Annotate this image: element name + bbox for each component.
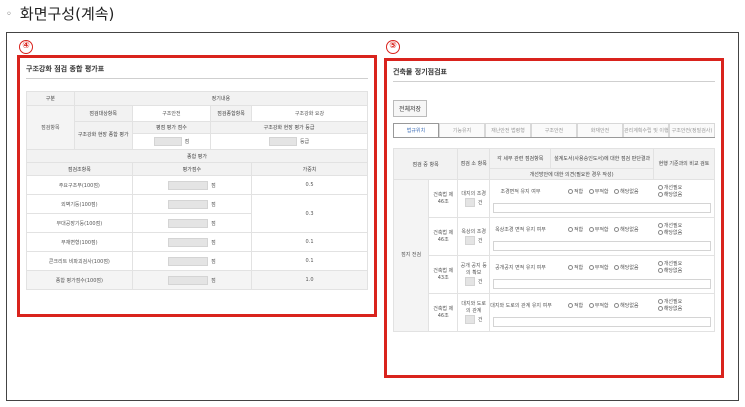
section-value: 정기내용 xyxy=(73,91,369,106)
radio-icon xyxy=(657,191,663,197)
group-label: 점검항목 xyxy=(26,105,75,150)
total-score-input[interactable] xyxy=(168,275,209,285)
left-group: 점지 전검 xyxy=(392,179,430,332)
radio-icon xyxy=(657,222,663,228)
table-row: 건축법 제43조 공개 공지 등의 확보 건 공개공지 면적 유지 여부 적합 부… xyxy=(394,255,715,294)
item-score-input[interactable] xyxy=(168,180,209,190)
tab-fire[interactable]: 화재안전 xyxy=(577,123,623,137)
radio-icon xyxy=(657,229,663,235)
item-score-input[interactable] xyxy=(168,256,209,266)
radio-icon xyxy=(588,303,594,308)
header-improvement: 개선방안에 대한 의견(필요한 경우 작성) xyxy=(489,168,654,180)
header-compare: 현행 기준과의 비교 검토 xyxy=(652,148,716,180)
evaluation-panel: 구조강화 점검 종합 평가표 구분 정기내용 점검항목 점검대상항목 구조안전 … xyxy=(17,55,377,317)
bullet-icon: ◦ xyxy=(6,9,12,20)
composite-table: 점검조항목 평가점수 가중치 주요구조부(100점) 점 0.5 외벽기둥(10… xyxy=(26,162,368,290)
table-row: 주요구조부(100점) 점 0.5 xyxy=(26,175,368,195)
divider xyxy=(393,81,715,82)
radio-icon xyxy=(567,265,573,270)
total-row: 종합 평가점수(100점) 점 1.0 xyxy=(26,270,368,290)
section-header: 구분 xyxy=(26,91,75,106)
radio-icon xyxy=(614,265,620,270)
tab-bar: 법규위치 기능유지 재난안전 법령형 구조안전 화재안전 관리계획수립 및 이행… xyxy=(393,123,715,138)
radio-icon xyxy=(588,227,594,232)
radio-icon xyxy=(657,305,663,311)
table-row: 콘크리트 비파괴검사(100점) 점 0.1 xyxy=(26,251,368,271)
grade-cell: 등급 xyxy=(210,133,368,150)
radio-icon xyxy=(567,303,573,308)
comment-input[interactable] xyxy=(493,278,711,289)
composite-header: 종합 평가 xyxy=(26,149,368,163)
table-row: 부재변형(100점) 점 0.1 xyxy=(26,232,368,252)
inspection-panel: 건축물 정기점검표 전체저장 법규위치 기능유지 재난안전 법령형 구조안전 화… xyxy=(384,58,724,378)
radio-icon xyxy=(614,189,620,194)
header-main-item: 점검 중 항목 xyxy=(392,148,459,180)
tab-management[interactable]: 관리계획수립 및 이행 xyxy=(623,123,669,137)
comment-input[interactable] xyxy=(493,240,711,251)
header-result: 설계도서(사용승인도서)에 대한 점검 판단결과 xyxy=(550,148,654,169)
tab-legal-location[interactable]: 법규위치 xyxy=(393,123,439,137)
radio-icon xyxy=(567,189,573,194)
row1-value1: 구조안전 xyxy=(131,105,212,122)
panel-title: 건축물 정기점검표 xyxy=(393,68,447,76)
evaluation-table: 구분 정기내용 점검항목 점검대상항목 구조안전 점검종합항목 구조강화 요강 … xyxy=(26,91,369,163)
tab-function[interactable]: 기능유지 xyxy=(439,123,485,137)
radio-icon xyxy=(657,260,663,266)
inspection-table: 점검 중 항목 점검 소 항목 각 세부 관련 점검항목 설계도서(사용승인도서… xyxy=(392,148,716,332)
table-row: 점지 전검 건축법 제46조 대지의 조경 건 조경면적 유지 여부 적합 부적합… xyxy=(392,179,715,332)
divider xyxy=(26,78,368,79)
item-score-input[interactable] xyxy=(168,237,209,247)
count-input[interactable] xyxy=(464,315,475,324)
col-header-score: 평가점수 xyxy=(131,162,253,176)
grade-input[interactable] xyxy=(268,137,297,146)
row2-label: 구조강화 현장 종합 평가 xyxy=(73,121,133,150)
radio-icon xyxy=(588,189,594,194)
comment-input[interactable] xyxy=(493,316,711,327)
table-row: 건축법 제46조 대지와 도로의 관계 건 대지와 도로의 관계 유지 여부 적합… xyxy=(394,293,715,332)
col-header-item: 점검조항목 xyxy=(26,162,133,176)
callout-badge-4: ④ xyxy=(19,40,33,54)
item-score-input[interactable] xyxy=(168,218,209,228)
radio-icon xyxy=(614,303,620,308)
header-sub-item: 점검 소 항목 xyxy=(457,148,491,180)
comment-input[interactable] xyxy=(493,202,711,213)
save-all-button[interactable]: 전체저장 xyxy=(393,100,428,117)
table-row: 외벽기둥(100점) 점 0.3 xyxy=(26,194,368,233)
radio-icon xyxy=(614,227,620,232)
count-input[interactable] xyxy=(464,235,475,245)
score-cell: 점 xyxy=(131,133,212,150)
count-input[interactable] xyxy=(464,197,475,207)
page-heading: ◦ 화면구성(계속) xyxy=(6,3,114,24)
table-row: 건축법 제46조 옥상의 조경 건 옥상조경 면적 유지 여부 적합 부적합 해당… xyxy=(394,217,715,256)
score-input[interactable] xyxy=(153,137,182,146)
radio-icon xyxy=(657,184,663,190)
radio-icon xyxy=(588,265,594,270)
row1-label2: 점검종합항목 xyxy=(210,105,253,122)
radio-icon xyxy=(567,227,573,232)
tab-structure[interactable]: 구조안전 xyxy=(531,123,577,137)
row2-col2: 구조강화 현장 평가 등급 xyxy=(210,121,368,134)
row2-col1: 평점 평가 점수 xyxy=(131,121,212,134)
heading-text: 화면구성(계속) xyxy=(19,5,115,23)
tab-precision[interactable]: 구조안전(정밀검사) xyxy=(669,123,715,137)
item-score-input[interactable] xyxy=(168,199,209,209)
evaluation-table-wrap: 구분 정기내용 점검항목 점검대상항목 구조안전 점검종합항목 구조강화 요강 … xyxy=(26,91,369,290)
row1-label1: 점검대상항목 xyxy=(73,105,133,122)
tab-disaster[interactable]: 재난안전 법령형 xyxy=(485,123,531,137)
header-detail: 각 세부 관련 점검항목 xyxy=(489,148,552,169)
callout-badge-5: ⑤ xyxy=(386,40,400,54)
radio-icon xyxy=(657,298,663,304)
panel-title: 구조강화 점검 종합 평가표 xyxy=(26,65,105,73)
count-input[interactable] xyxy=(464,277,475,286)
radio-icon xyxy=(657,267,663,273)
col-header-weight: 가중치 xyxy=(251,162,368,176)
row1-value2: 구조강화 요강 xyxy=(251,105,368,122)
